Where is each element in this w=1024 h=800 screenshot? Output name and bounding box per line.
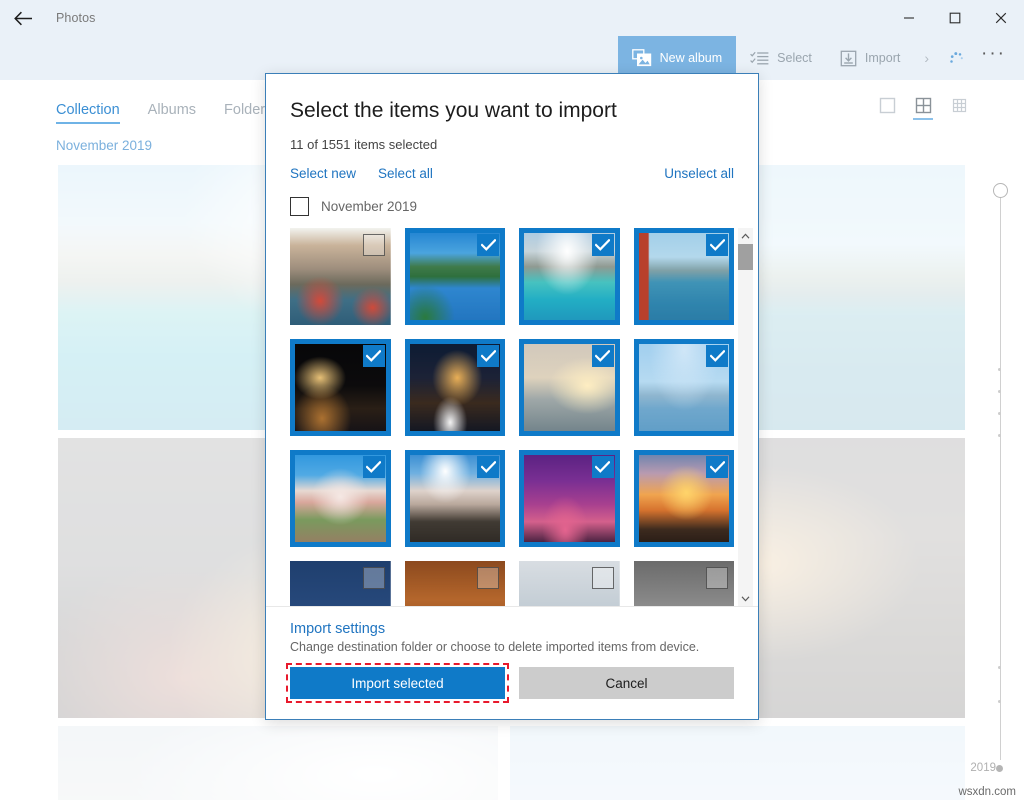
timeline-scrubber[interactable]: 2019 <box>984 178 1018 778</box>
thumb-paris-river[interactable] <box>634 339 735 436</box>
loading-spinner-icon <box>939 36 973 80</box>
scroll-up-icon[interactable] <box>738 228 753 244</box>
import-dialog: Select the items you want to import 11 o… <box>265 73 759 720</box>
group-checkbox[interactable] <box>290 197 309 216</box>
thumbnail-checkbox-checked[interactable] <box>592 345 614 367</box>
close-button[interactable] <box>978 0 1024 36</box>
timeline-tick <box>998 412 1001 415</box>
thumb-street-view[interactable] <box>519 561 620 606</box>
select-icon <box>750 51 769 66</box>
dialog-footer: Import settings Change destination folde… <box>266 606 758 719</box>
thumb-village-canal[interactable] <box>290 228 391 325</box>
scroll-down-icon[interactable] <box>738 590 753 606</box>
thumbnail-checkbox-checked[interactable] <box>706 456 728 478</box>
collection-month-header: November 2019 <box>56 138 152 153</box>
chevron-right-icon[interactable]: › <box>914 36 939 80</box>
title-bar: Photos <box>0 0 1024 36</box>
import-selected-highlight: Import selected <box>290 667 505 699</box>
thumbnail-checkbox-checked[interactable] <box>477 345 499 367</box>
new-album-icon <box>632 49 652 67</box>
thumb-canyon-rock[interactable] <box>405 561 506 606</box>
timeline-track <box>1000 190 1001 760</box>
import-settings-link[interactable]: Import settings <box>290 621 734 637</box>
thumbnail-scroll-area[interactable] <box>266 228 758 606</box>
thumbnail-checkbox-checked[interactable] <box>477 456 499 478</box>
minimize-button[interactable] <box>886 0 932 36</box>
thumbnail-checkbox-unchecked[interactable] <box>477 567 499 589</box>
back-arrow-icon[interactable] <box>0 0 46 36</box>
thumb-monochrome[interactable] <box>634 561 735 606</box>
thumbnail-checkbox-unchecked[interactable] <box>592 567 614 589</box>
timeline-tick <box>998 700 1001 703</box>
dialog-title: Select the items you want to import <box>290 98 734 123</box>
view-medium-grid-icon[interactable] <box>912 97 934 120</box>
view-size-switcher <box>876 97 970 120</box>
tab-collection[interactable]: Collection <box>56 102 120 124</box>
timeline-tick <box>998 666 1001 669</box>
dialog-header: Select the items you want to import 11 o… <box>266 74 758 197</box>
dialog-button-row: Import selected Cancel <box>290 667 734 699</box>
timeline-tick <box>998 390 1001 393</box>
import-button[interactable]: Import <box>826 36 914 80</box>
scrollbar-track[interactable] <box>738 244 753 590</box>
thumbnail-checkbox-checked[interactable] <box>706 345 728 367</box>
thumb-golden-gate[interactable] <box>634 228 735 325</box>
thumb-disney-hotel-day[interactable] <box>290 450 391 547</box>
select-new-link[interactable]: Select new <box>290 166 356 181</box>
thumbnail-checkbox-checked[interactable] <box>363 456 385 478</box>
import-label: Import <box>865 51 900 65</box>
selection-count: 11 of 1551 items selected <box>290 137 734 152</box>
dialog-scrollbar[interactable] <box>738 228 753 606</box>
photos-app-window: 2019 Collection Albums Folders November … <box>0 0 1024 800</box>
bg-photo-cathedral[interactable] <box>58 726 498 800</box>
app-title: Photos <box>56 11 96 25</box>
group-header-row: November 2019 <box>266 197 758 216</box>
select-label: Select <box>777 51 812 65</box>
selection-links: Select new Select all Unselect all <box>290 166 734 181</box>
select-all-link[interactable]: Select all <box>378 166 433 181</box>
timeline-handle[interactable] <box>993 183 1008 198</box>
thumb-night-scene[interactable] <box>290 561 391 606</box>
thumb-coastal-bay[interactable] <box>519 228 620 325</box>
maximize-button[interactable] <box>932 0 978 36</box>
thumbnail-checkbox-checked[interactable] <box>477 234 499 256</box>
thumbnail-checkbox-unchecked[interactable] <box>706 567 728 589</box>
import-settings-description: Change destination folder or choose to d… <box>290 640 734 654</box>
scrollbar-thumb[interactable] <box>738 244 753 270</box>
tab-albums[interactable]: Albums <box>148 102 196 124</box>
thumbnail-checkbox-checked[interactable] <box>592 456 614 478</box>
thumb-eiffel-sunset[interactable] <box>634 450 735 547</box>
timeline-end-marker <box>996 765 1003 772</box>
import-icon <box>840 50 857 67</box>
overflow-menu-button[interactable]: ··· <box>973 36 1024 80</box>
import-selected-button[interactable]: Import selected <box>290 667 505 699</box>
thumb-disney-hotel-sky[interactable] <box>405 450 506 547</box>
timeline-tick <box>998 368 1001 371</box>
view-small-grid-icon[interactable] <box>948 97 970 120</box>
thumbnail-grid <box>290 228 734 606</box>
watermark: wsxdn.com <box>958 786 1016 798</box>
thumb-bellagio-fountain[interactable] <box>405 339 506 436</box>
thumbnail-checkbox-checked[interactable] <box>706 234 728 256</box>
thumb-seine-sunset[interactable] <box>519 339 620 436</box>
cancel-button[interactable]: Cancel <box>519 667 734 699</box>
bg-photo-blue-sky[interactable] <box>510 726 965 800</box>
timeline-year-label: 2019 <box>970 762 996 774</box>
thumbnail-checkbox-unchecked[interactable] <box>363 234 385 256</box>
new-album-label: New album <box>660 51 723 65</box>
thumbnail-checkbox-unchecked[interactable] <box>363 567 385 589</box>
unselect-all-link[interactable]: Unselect all <box>664 166 734 181</box>
thumb-vegas-night[interactable] <box>290 339 391 436</box>
thumbnail-checkbox-checked[interactable] <box>592 234 614 256</box>
thumb-lake-hillside[interactable] <box>405 228 506 325</box>
timeline-tick <box>998 434 1001 437</box>
view-large-icon[interactable] <box>876 97 898 120</box>
window-controls <box>886 0 1024 36</box>
thumb-eiffel-purple[interactable] <box>519 450 620 547</box>
thumbnail-checkbox-checked[interactable] <box>363 345 385 367</box>
group-label: November 2019 <box>321 199 417 214</box>
